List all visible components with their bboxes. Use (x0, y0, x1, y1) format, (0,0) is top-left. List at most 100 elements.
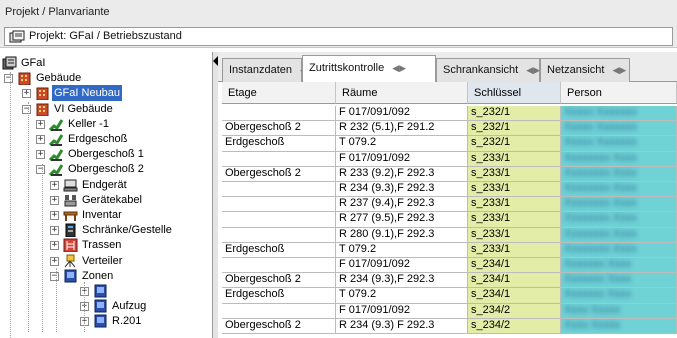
table-cell[interactable]: F 017/091/092 (336, 258, 468, 274)
table-cell[interactable]: Xxxxxxx Xxxx (561, 273, 677, 289)
ladder-icon (63, 238, 78, 253)
table-cell[interactable]: Erdgeschoß (222, 242, 336, 258)
distributor-icon (64, 254, 76, 267)
table-cell[interactable]: F 017/091/092 (336, 151, 468, 167)
table-cell[interactable]: Xxxxxxxx Xxxx (561, 242, 677, 258)
table-cell[interactable] (222, 151, 336, 167)
table-cell[interactable]: Obergeschoß 2 (222, 318, 336, 334)
navigation-tree[interactable]: GFaI − Gebäude + GFaI Neubau − VI Gebäude + Kell… (0, 52, 213, 338)
tab-scroll-arrows-icon[interactable]: ◀▶ (526, 65, 540, 75)
expand-toggle-icon[interactable]: + (50, 226, 59, 236)
table-cell[interactable] (222, 197, 336, 213)
table-cell[interactable]: s_233/1 (468, 151, 561, 167)
table-cell[interactable]: T 079.2 (336, 288, 468, 304)
tab-scroll-arrows-icon[interactable]: ◀▶ (612, 65, 626, 75)
table-cell[interactable]: s_233/1 (468, 242, 561, 258)
tree-node-label: GFaI (21, 57, 46, 69)
table-cell[interactable] (222, 303, 336, 319)
table-cell[interactable]: s_234/1 (468, 273, 561, 289)
table-cell[interactable]: Xxxxxxxx Xxxx (561, 151, 677, 167)
tab-scroll-arrows-icon[interactable]: ◀▶ (392, 63, 406, 73)
table-cell[interactable]: s_232/1 (468, 136, 561, 152)
table-cell[interactable]: Xxxxxxx Xxxx (561, 258, 677, 274)
expand-toggle-icon[interactable]: + (50, 256, 59, 266)
expand-toggle-icon[interactable]: + (22, 89, 31, 99)
column-header-label: Person (567, 87, 602, 99)
table-cell[interactable]: R 232 (5.1),F 291.2 (336, 121, 468, 137)
project-label: Projekt: GFaI / Betriebszustand (29, 30, 182, 42)
table-cell[interactable]: s_233/1 (468, 166, 561, 182)
table-cell[interactable]: F 017/091/092 (336, 106, 468, 122)
table-cell[interactable]: s_233/1 (468, 182, 561, 198)
table-cell[interactable]: R 234 (9.3) F 292.3 (336, 318, 468, 334)
table-cell[interactable]: Xxxx Xxxxx (561, 303, 677, 319)
table-cell[interactable]: Xxxxx Xxxxxxx (561, 106, 677, 122)
expand-toggle-icon[interactable]: + (50, 241, 59, 251)
cable-icon (64, 194, 77, 207)
expand-toggle-icon[interactable]: + (36, 150, 45, 160)
table-cell[interactable]: Xxxxxxxx Xxxx (561, 166, 677, 182)
table-cell[interactable] (222, 227, 336, 243)
table-cell[interactable]: Erdgeschoß (222, 136, 336, 152)
tree-node-label: Aufzug (112, 300, 147, 313)
table-cell[interactable]: Xxxxxxxx Xxxx (561, 227, 677, 243)
tree-node-label: VI Gebäude (54, 102, 113, 115)
table-cell[interactable]: s_234/1 (468, 288, 561, 304)
table-cell[interactable] (222, 106, 336, 122)
table-cell[interactable] (222, 258, 336, 274)
tab-zutrittskontrolle[interactable]: Zutrittskontrolle ◀▶ (302, 55, 436, 83)
table-cell[interactable]: Xxxxxxx Xxxx (561, 288, 677, 304)
table-cell[interactable]: Obergeschoß 2 (222, 273, 336, 289)
table-cell[interactable]: s_233/1 (468, 197, 561, 213)
collapse-toggle-icon[interactable]: − (50, 271, 59, 281)
tree-node[interactable]: + R.201 (0, 313, 212, 330)
table-cell[interactable] (222, 212, 336, 228)
table-cell[interactable]: R 280 (9.1),F 292.3 (336, 227, 468, 243)
tab-bar: Instanzdaten◀▶Zutrittskontrolle◀▶Schrank… (218, 52, 677, 83)
table-cell[interactable]: R 233 (9.2),F 292.3 (336, 166, 468, 182)
table-cell[interactable]: s_232/1 (468, 121, 561, 137)
table-cell[interactable]: s_234/2 (468, 318, 561, 334)
table-cell[interactable]: Obergeschoß 2 (222, 121, 336, 137)
column-header[interactable]: Räume (336, 82, 468, 104)
column-header[interactable]: Person (561, 82, 677, 104)
tab-label: Zutrittskontrolle (309, 62, 385, 74)
table-cell[interactable]: s_234/2 (468, 303, 561, 319)
column-header[interactable]: Etage (222, 82, 336, 104)
detail-panel: Instanzdaten◀▶Zutrittskontrolle◀▶Schrank… (218, 52, 677, 338)
expand-toggle-icon[interactable]: + (50, 195, 59, 205)
project-selector[interactable]: Projekt: GFaI / Betriebszustand (4, 27, 673, 46)
table-cell[interactable]: Xxxxxxxx Xxxx (561, 212, 677, 228)
expand-toggle-icon[interactable]: + (36, 135, 45, 144)
expand-toggle-icon[interactable]: + (50, 211, 59, 220)
table-cell[interactable]: Xxxxx Xxxxxxx (561, 136, 677, 152)
tab-netzansicht[interactable]: Netzansicht ◀▶ (540, 58, 630, 82)
column-header[interactable]: Schlüssel (468, 82, 561, 104)
table-cell[interactable]: T 079.2 (336, 136, 468, 152)
table-cell[interactable]: s_233/1 (468, 212, 561, 228)
tab-schrankansicht[interactable]: Schrankansicht ◀▶ (436, 58, 540, 82)
tree-node-label: Verteiler (82, 254, 123, 267)
tab-instanzdaten[interactable]: Instanzdaten◀▶ (222, 58, 314, 82)
table-cell[interactable]: T 079.2 (336, 242, 468, 258)
table-cell[interactable]: s_234/1 (468, 258, 561, 274)
table-cell[interactable]: Xxxxx Xxxxxxx (561, 121, 677, 137)
table-cell[interactable] (222, 182, 336, 198)
collapse-toggle-icon[interactable]: − (36, 165, 45, 175)
table-cell[interactable]: R 234 (9.3),F 292.3 (336, 273, 468, 289)
table-cell[interactable]: R 277 (9.5),F 292.3 (336, 212, 468, 228)
table-cell[interactable]: Xxxx Xxxxx (561, 318, 677, 334)
table-cell[interactable]: R 237 (9.4),F 292.3 (336, 197, 468, 213)
table-cell[interactable]: Xxxxxxxx Xxxx (561, 197, 677, 213)
expand-toggle-icon[interactable]: + (36, 119, 45, 129)
table-cell[interactable]: s_232/1 (468, 106, 561, 122)
table-cell[interactable]: R 234 (9.3),F 292.3 (336, 182, 468, 198)
collapse-toggle-icon[interactable]: − (4, 74, 13, 84)
table-cell[interactable]: Obergeschoß 2 (222, 166, 336, 182)
collapse-toggle-icon[interactable]: − (22, 104, 31, 114)
table-cell[interactable]: Erdgeschoß (222, 288, 336, 304)
expand-toggle-icon[interactable]: + (50, 180, 59, 190)
table-cell[interactable]: s_233/1 (468, 227, 561, 243)
table-cell[interactable]: F 017/091/092 (336, 303, 468, 319)
table-cell[interactable]: Xxxxxxxx Xxxx (561, 182, 677, 198)
